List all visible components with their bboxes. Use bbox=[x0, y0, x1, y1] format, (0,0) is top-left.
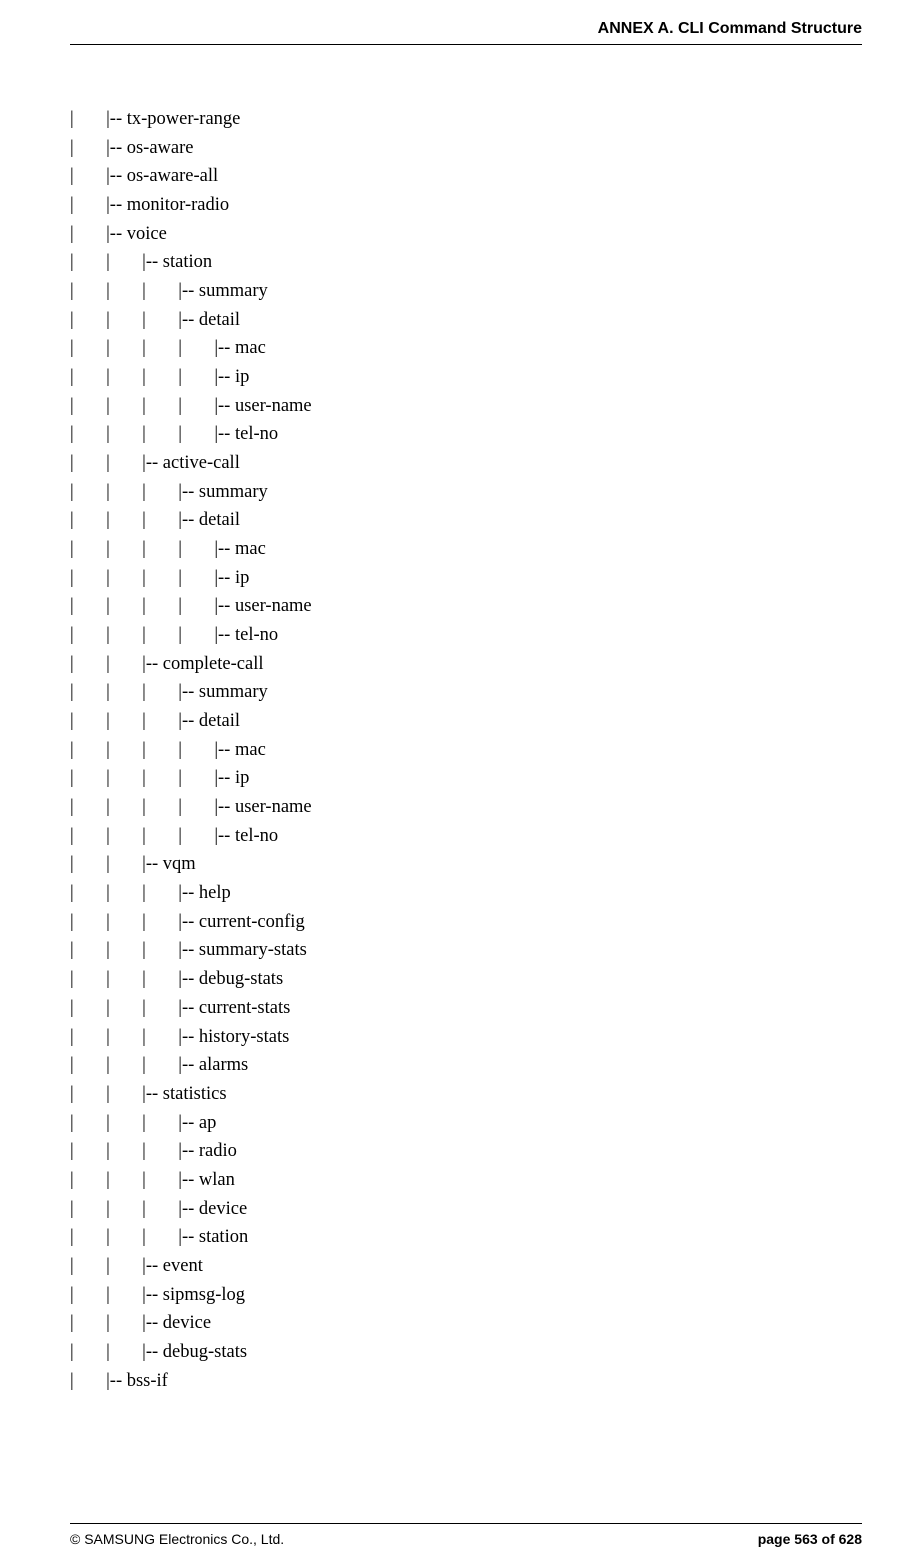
header-title: ANNEX A. CLI Command Structure bbox=[598, 20, 862, 37]
footer-copyright: © SAMSUNG Electronics Co., Ltd. bbox=[70, 1531, 284, 1547]
page: ANNEX A. CLI Command Structure | |-- tx-… bbox=[0, 0, 922, 1565]
cli-command-tree: | |-- tx-power-range | |-- os-aware | |-… bbox=[70, 105, 862, 1395]
page-header: ANNEX A. CLI Command Structure bbox=[70, 20, 862, 45]
footer-page-number: page 563 of 628 bbox=[758, 1531, 862, 1547]
page-footer: © SAMSUNG Electronics Co., Ltd. page 563… bbox=[70, 1523, 862, 1547]
